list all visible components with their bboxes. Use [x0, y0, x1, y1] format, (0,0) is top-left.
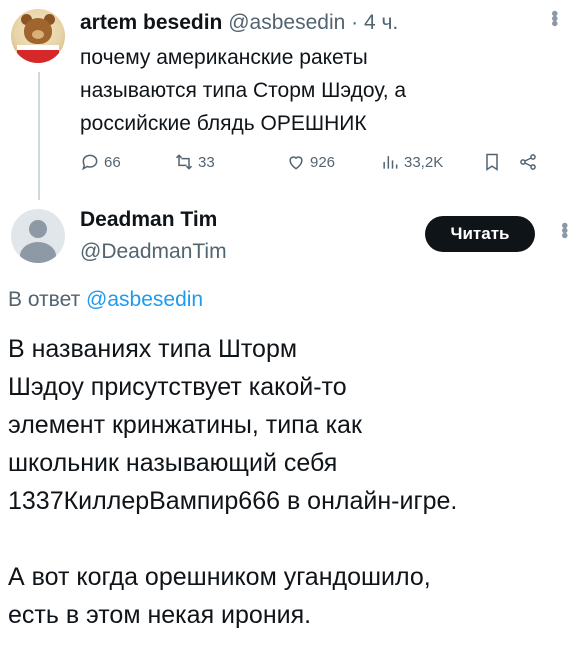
- like-count: 926: [310, 153, 336, 171]
- tweet-time[interactable]: · 4 ч.: [351, 11, 398, 34]
- tweet-text-line: российские блядь ОРЕШНИК: [80, 112, 367, 135]
- more-icon[interactable]: •••: [542, 10, 565, 25]
- default-avatar-head: [29, 220, 47, 238]
- share-icon: [520, 154, 536, 170]
- share-button[interactable]: [518, 152, 538, 172]
- author-name[interactable]: artem besedin: [80, 11, 222, 34]
- tweet-text: В названиях типа Шторм Шэдоу присутствуе…: [8, 330, 573, 634]
- tweet-header: artem besedin @asbesedin · 4 ч.: [80, 11, 398, 35]
- avatar[interactable]: [11, 9, 65, 63]
- tweet-text-line: Шэдоу присутствует какой-то: [8, 373, 347, 401]
- author-handle[interactable]: @DeadmanTim: [80, 240, 227, 264]
- author-name[interactable]: Deadman Tim: [80, 208, 217, 232]
- reply-icon: [82, 154, 98, 171]
- repost-count: 33: [198, 153, 215, 171]
- more-icon[interactable]: •••: [552, 222, 575, 237]
- tweet-text-line: есть в этом некая ирония.: [8, 601, 312, 629]
- tweet-text: почему американские ракеты называются ти…: [80, 41, 560, 140]
- reply-button[interactable]: 66: [80, 152, 121, 172]
- like-icon: [289, 156, 303, 170]
- tweet-text-line: называются типа Сторм Шэдоу, а: [80, 79, 407, 102]
- reply-to-mention[interactable]: @asbesedin: [86, 288, 203, 311]
- flag-stripe: [17, 45, 59, 63]
- bookmark-icon: [486, 153, 498, 171]
- reply-to-line: В ответ @asbesedin: [8, 288, 203, 312]
- bookmark-button[interactable]: [482, 152, 502, 172]
- tweet-text-line: В названиях типа Шторм: [8, 335, 298, 363]
- default-avatar-body: [20, 242, 56, 263]
- thread-connector-line: [38, 72, 40, 200]
- author-handle[interactable]: @asbesedin: [228, 11, 345, 34]
- avatar[interactable]: [11, 209, 65, 263]
- reply-count: 66: [104, 153, 121, 171]
- repost-icon: [175, 154, 193, 170]
- follow-button[interactable]: Читать: [425, 216, 535, 252]
- tweet-text-line: школьник называющий себя: [8, 449, 338, 477]
- views-count: 33,2K: [404, 153, 444, 171]
- repost-button[interactable]: 33: [174, 152, 215, 172]
- tweet-text-line: А вот когда орешником угандошило,: [8, 563, 431, 591]
- views-button[interactable]: 33,2K: [380, 152, 443, 172]
- tweet-actions: 66 33 926 33,2K: [80, 152, 560, 176]
- bear-snout: [32, 30, 44, 39]
- tweet-text-line: 1337КиллерВампир666 в онлайн-игре.: [8, 487, 458, 515]
- reply-to-prefix: В ответ: [8, 288, 87, 311]
- tweet-text-line: почему американские ракеты: [80, 46, 368, 69]
- views-icon: [383, 156, 398, 169]
- tweet-text-line: элемент кринжатины, типа как: [8, 411, 362, 439]
- like-button[interactable]: 926: [286, 152, 335, 172]
